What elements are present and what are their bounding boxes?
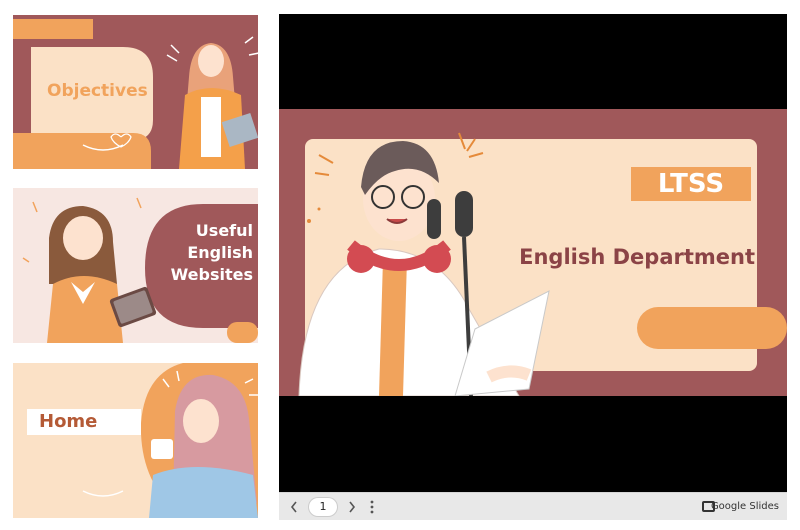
- slides-embed-page: Objectives Useful English Websites Home …: [0, 0, 800, 530]
- slide-thumbnail-objectives[interactable]: Objectives: [13, 15, 258, 169]
- thumbnail-title: Home: [39, 411, 98, 432]
- slide-thumbnail-home[interactable]: Home: [13, 363, 258, 518]
- current-slide: LTSS English Department: [279, 109, 787, 396]
- slides-control-bar: 1 Google Slides: [279, 492, 787, 520]
- more-vert-icon[interactable]: [369, 493, 375, 530]
- thumbnail-illustration: [13, 363, 258, 518]
- page-number[interactable]: 1: [309, 498, 337, 516]
- thumbnail-title: Objectives: [47, 81, 148, 101]
- chevron-left-icon[interactable]: [289, 493, 299, 530]
- slide-badge: LTSS: [657, 169, 725, 199]
- slide-viewer[interactable]: LTSS English Department: [279, 14, 787, 492]
- thumbnail-title: Useful English Websites: [170, 221, 253, 284]
- slide-thumbnail-useful-websites[interactable]: Useful English Websites: [13, 188, 258, 343]
- google-slides-link[interactable]: Google Slides: [711, 493, 779, 521]
- chevron-right-icon[interactable]: [347, 493, 357, 530]
- slide-subtitle: English Department: [519, 245, 755, 269]
